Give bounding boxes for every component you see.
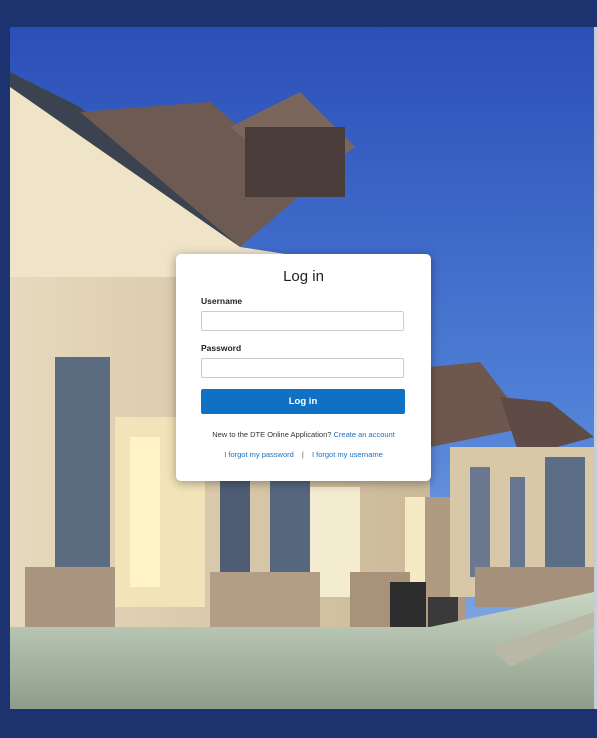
login-title: Log in	[283, 268, 324, 285]
login-card: Log in Username Password Log in New to t…	[176, 254, 431, 481]
forgot-links: I forgot my password | I forgot my usern…	[176, 450, 431, 459]
forgot-username-link[interactable]: I forgot my username	[312, 450, 383, 459]
bottom-banner	[0, 709, 597, 738]
username-label: Username	[201, 296, 243, 306]
username-input[interactable]	[201, 311, 404, 331]
create-account-link[interactable]: Create an account	[334, 430, 395, 439]
login-button[interactable]: Log in	[201, 389, 405, 414]
password-label: Password	[201, 343, 242, 353]
link-separator: |	[301, 450, 304, 459]
new-account-text: New to the DTE Online Application?	[212, 430, 334, 439]
password-input[interactable]	[201, 358, 404, 378]
top-banner	[0, 0, 597, 27]
forgot-password-link[interactable]: I forgot my password	[224, 450, 294, 459]
new-account-prompt: New to the DTE Online Application? Creat…	[176, 430, 431, 439]
